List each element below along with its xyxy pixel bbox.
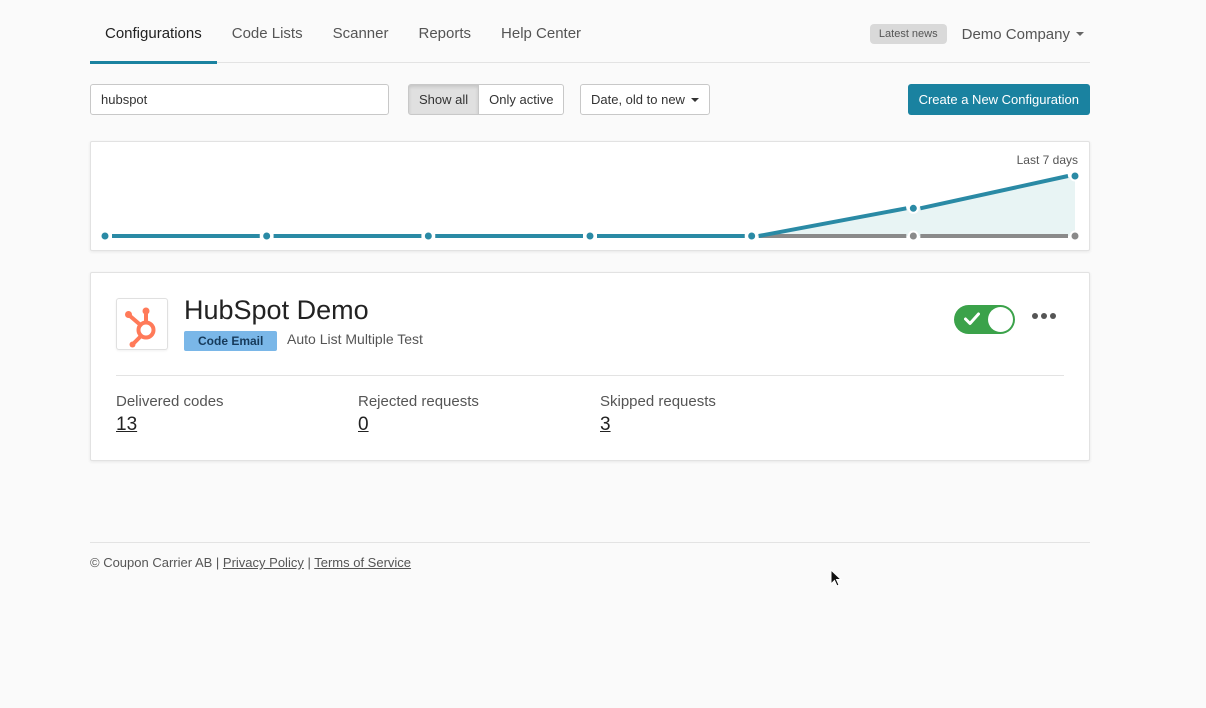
privacy-policy-link[interactable]: Privacy Policy [223,555,304,570]
more-options-icon[interactable] [1032,313,1056,319]
stat-value-link[interactable]: 0 [358,414,369,436]
check-icon [964,312,980,325]
enable-toggle[interactable] [954,305,1015,334]
filter-button-group: Show all Only active [408,84,565,115]
sort-label: Date, old to new [591,92,685,107]
create-configuration-button[interactable]: Create a New Configuration [907,84,1090,115]
search-input[interactable] [90,84,389,115]
chart-point[interactable] [1069,170,1081,182]
toolbar: Show all Only active Date, old to new Cr… [90,84,1090,116]
chart-point[interactable] [261,230,273,242]
chart-point[interactable] [746,230,758,242]
top-nav: Configurations Code Lists Scanner Report… [90,0,1090,64]
footer: © Coupon Carrier AB | Privacy Policy | T… [90,555,412,570]
stat-value-link[interactable]: 13 [116,414,137,436]
configuration-title[interactable]: HubSpot Demo [184,295,369,326]
copyright-text: © Coupon Carrier AB [90,555,213,570]
nav-right: Latest news Demo Company [869,24,1084,44]
sort-dropdown[interactable]: Date, old to new [580,84,710,115]
configuration-subtitle: Auto List Multiple Test [287,331,423,347]
activity-chart-card: Last 7 days [90,141,1090,251]
tab-code-lists[interactable]: Code Lists [217,0,318,63]
company-dropdown[interactable]: Demo Company [962,26,1084,43]
stat-delivered-codes: Delivered codes 13 [116,393,224,436]
stat-label: Delivered codes [116,393,224,410]
stat-label: Skipped requests [600,393,716,410]
chart-point[interactable] [584,230,596,242]
terms-of-service-link[interactable]: Terms of Service [314,555,411,570]
configuration-card: HubSpot Demo Code Email Auto List Multip… [90,272,1090,461]
stat-rejected-requests: Rejected requests 0 [358,393,479,436]
chart-point[interactable] [907,202,919,214]
activity-chart [99,170,1081,242]
hubspot-logo-icon [116,298,168,350]
only-active-button[interactable]: Only active [479,84,565,115]
tab-scanner[interactable]: Scanner [318,0,404,63]
chart-point[interactable] [907,230,919,242]
page-container: Configurations Code Lists Scanner Report… [90,0,1090,461]
mouse-cursor-icon [830,569,843,587]
show-all-button[interactable]: Show all [408,84,480,115]
chart-point[interactable] [422,230,434,242]
config-type-badge: Code Email [184,331,278,351]
footer-divider [90,542,1090,543]
caret-down-icon [1076,32,1084,36]
divider [116,375,1064,376]
chart-point[interactable] [99,230,111,242]
toggle-knob [988,307,1013,332]
tab-configurations[interactable]: Configurations [90,0,217,64]
tab-reports[interactable]: Reports [403,0,486,63]
caret-down-icon [690,97,699,102]
stat-skipped-requests: Skipped requests 3 [600,393,716,436]
stat-label: Rejected requests [358,393,479,410]
stat-value-link[interactable]: 3 [600,414,611,436]
company-name: Demo Company [961,25,1070,43]
tab-help-center[interactable]: Help Center [486,0,596,63]
chart-point[interactable] [1069,230,1081,242]
latest-news-badge[interactable]: Latest news [869,24,947,44]
nav-tabs: Configurations Code Lists Scanner Report… [90,0,596,64]
